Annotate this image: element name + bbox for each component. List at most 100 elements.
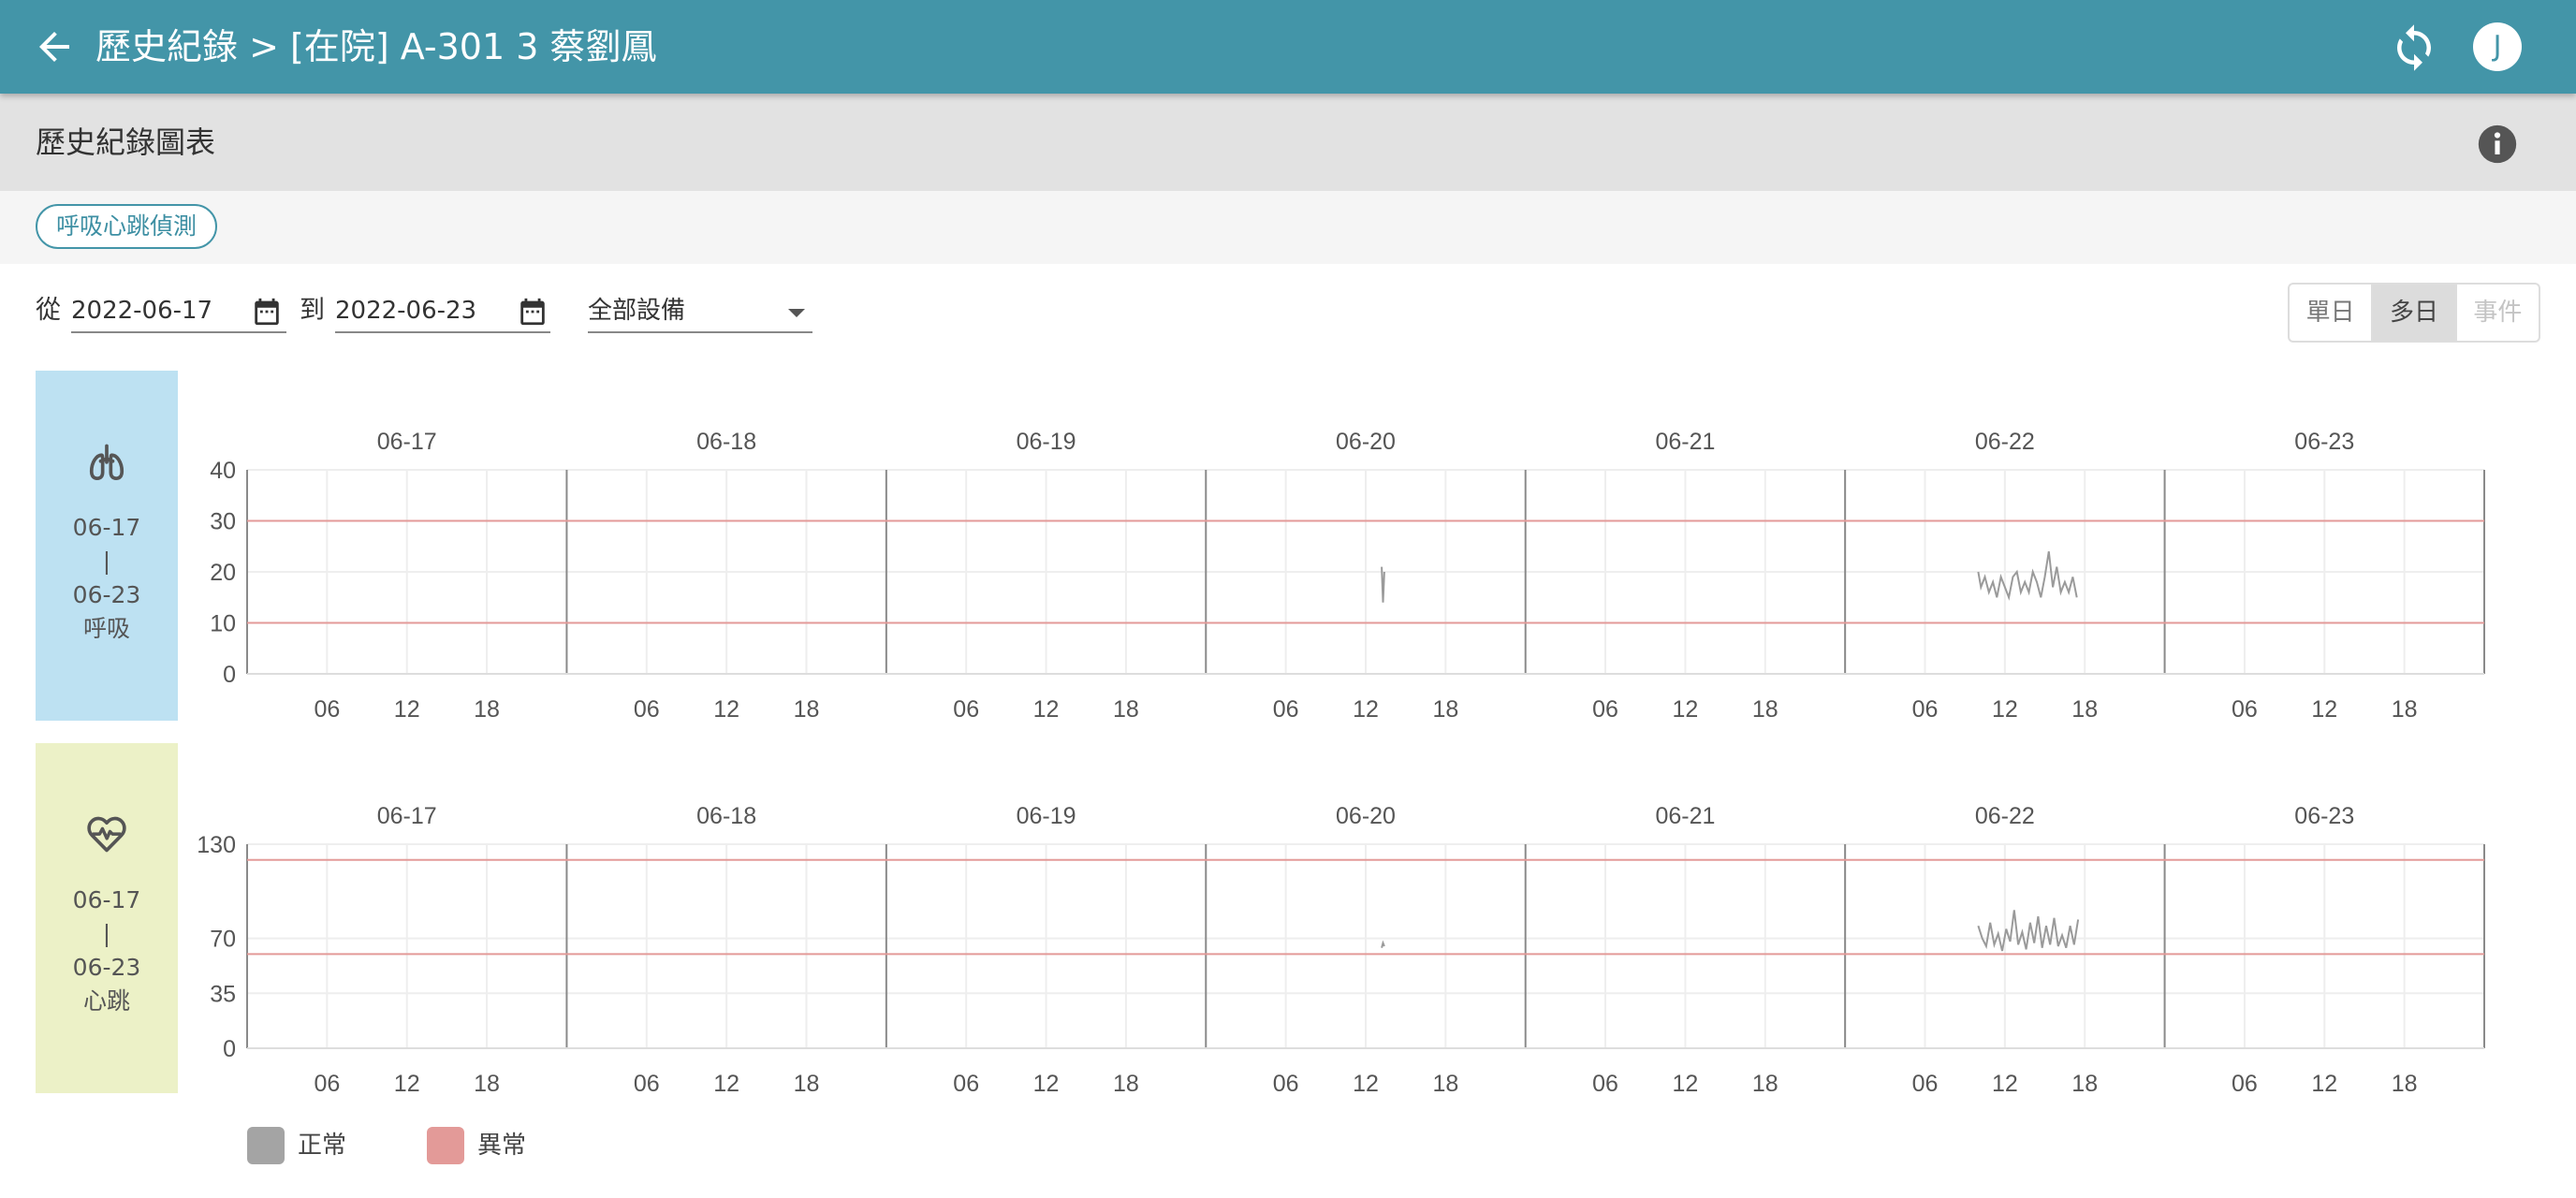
respiration-chart: 0 10 20 30 40 06-17 06 12 18 06-18 06 12 18 06-19 06 12…	[210, 429, 2485, 723]
hour-tick-label: 18	[1113, 1071, 1139, 1097]
app-bar: 歷史紀錄 > [在院] A-301 3 蔡劉鳳 J	[0, 0, 2576, 94]
legend-swatch	[247, 1127, 285, 1164]
hour-tick-label: 06	[1273, 696, 1299, 723]
hour-tick-label: 06	[1912, 696, 1939, 723]
single-day-button[interactable]: 單日	[2290, 285, 2374, 341]
hour-tick-label: 06	[314, 1071, 340, 1097]
hour-tick-label: 12	[1992, 1071, 2018, 1097]
hour-tick-label: 18	[1752, 696, 1778, 723]
chevron-down-icon	[788, 309, 805, 317]
panel-label: 呼吸	[82, 615, 130, 642]
hour-tick-label: 12	[1992, 696, 2018, 723]
hour-tick-label: 18	[2071, 696, 2098, 723]
panel-separator: |	[102, 920, 111, 947]
day-label: 06-22	[1975, 429, 2035, 455]
panel-start-date: 06-17	[72, 514, 141, 541]
hour-tick-label: 06	[634, 696, 660, 723]
y-tick-label: 70	[210, 927, 236, 953]
day-label: 06-23	[2294, 803, 2354, 829]
hour-tick-label: 06	[953, 1071, 979, 1097]
day-label: 06-18	[696, 803, 756, 829]
y-tick-label: 20	[210, 560, 236, 586]
hour-tick-label: 12	[1353, 696, 1379, 723]
day-label: 06-18	[696, 429, 756, 455]
from-date-field[interactable]: 2022-06-17	[71, 288, 286, 333]
user-avatar[interactable]: J	[2473, 22, 2522, 71]
heart-pulse-icon	[87, 816, 126, 853]
hour-tick-label: 12	[394, 1071, 420, 1097]
day-label: 06-21	[1655, 803, 1715, 829]
panel-start-date: 06-17	[72, 886, 141, 913]
calendar-icon[interactable]	[517, 296, 549, 328]
hour-tick-label: 12	[1673, 1071, 1699, 1097]
from-label: 從	[36, 296, 61, 325]
section-header: 歷史紀錄圖表	[0, 94, 2576, 191]
hour-tick-label: 06	[2232, 696, 2258, 723]
panel-separator: |	[102, 548, 111, 575]
section-title: 歷史紀錄圖表	[36, 124, 216, 160]
hour-tick-label: 18	[1752, 1071, 1778, 1097]
y-tick-label: 0	[223, 662, 236, 688]
chip-breath-heart-detection[interactable]: 呼吸心跳偵測	[36, 204, 218, 249]
legend-label: 異常	[477, 1132, 527, 1160]
refresh-icon[interactable]	[2389, 22, 2439, 73]
hour-tick-label: 12	[1673, 696, 1699, 723]
panel-end-date: 06-23	[72, 581, 141, 608]
info-icon[interactable]	[2477, 124, 2518, 165]
hour-tick-label: 12	[1033, 696, 1060, 723]
multi-day-button[interactable]: 多日	[2373, 285, 2457, 341]
legend-swatch	[427, 1127, 464, 1164]
to-label: 到	[300, 296, 325, 325]
hour-tick-label: 12	[394, 696, 420, 723]
hour-tick-label: 18	[794, 696, 820, 723]
device-select[interactable]: 全部設備	[588, 288, 812, 333]
lungs-icon	[89, 444, 124, 481]
y-tick-label: 35	[210, 981, 236, 1007]
to-date-value: 2022-06-23	[335, 297, 477, 325]
hour-tick-label: 12	[2311, 696, 2337, 723]
series-line	[1977, 551, 2078, 601]
page-title: 歷史紀錄 > [在院] A-301 3 蔡劉鳳	[95, 26, 657, 67]
arrow-left-icon[interactable]	[32, 24, 77, 69]
from-date-value: 2022-06-17	[71, 297, 213, 325]
day-label: 06-19	[1017, 803, 1076, 829]
calendar-icon[interactable]	[251, 296, 283, 328]
hour-tick-label: 12	[2311, 1071, 2337, 1097]
legend-label: 正常	[298, 1132, 347, 1160]
panel-end-date: 06-23	[72, 954, 141, 981]
heart-rate-chart: 0 35 70 130 06-17 06 12 18 06-18 06 12 18 06-19 06 12 1…	[197, 803, 2485, 1097]
event-button: 事件	[2473, 299, 2523, 327]
hour-tick-label: 18	[1113, 696, 1139, 723]
respiration-panel: 06-17 | 06-23 呼吸	[36, 371, 178, 721]
hour-tick-label: 18	[1432, 696, 1458, 723]
hour-tick-label: 18	[1432, 1071, 1458, 1097]
series-line	[1381, 940, 1385, 948]
panel-label: 心跳	[82, 987, 130, 1015]
hour-tick-label: 06	[1592, 696, 1618, 723]
hour-tick-label: 06	[953, 696, 979, 723]
day-label: 06-19	[1017, 429, 1076, 455]
hour-tick-label: 18	[474, 696, 500, 723]
to-date-field[interactable]: 2022-06-23	[335, 288, 550, 333]
hour-tick-label: 06	[314, 696, 340, 723]
y-tick-label: 0	[223, 1036, 236, 1062]
hour-tick-label: 18	[2392, 1071, 2418, 1097]
hour-tick-label: 06	[634, 1071, 660, 1097]
hour-tick-label: 18	[2071, 1071, 2098, 1097]
hour-tick-label: 06	[1273, 1071, 1299, 1097]
day-label: 06-17	[377, 429, 437, 455]
hour-tick-label: 12	[713, 1071, 739, 1097]
y-tick-label: 10	[210, 611, 236, 637]
hour-tick-label: 18	[2392, 696, 2418, 723]
hour-tick-label: 18	[794, 1071, 820, 1097]
hour-tick-label: 12	[1033, 1071, 1060, 1097]
hour-tick-label: 12	[713, 696, 739, 723]
y-tick-label: 30	[210, 509, 236, 535]
hour-tick-label: 06	[1592, 1071, 1618, 1097]
hour-tick-label: 06	[2232, 1071, 2258, 1097]
day-label: 06-20	[1336, 803, 1396, 829]
day-label: 06-22	[1975, 803, 2035, 829]
day-label: 06-20	[1336, 429, 1396, 455]
chip-bar: 呼吸心跳偵測	[0, 191, 2576, 264]
day-label: 06-23	[2294, 429, 2354, 455]
